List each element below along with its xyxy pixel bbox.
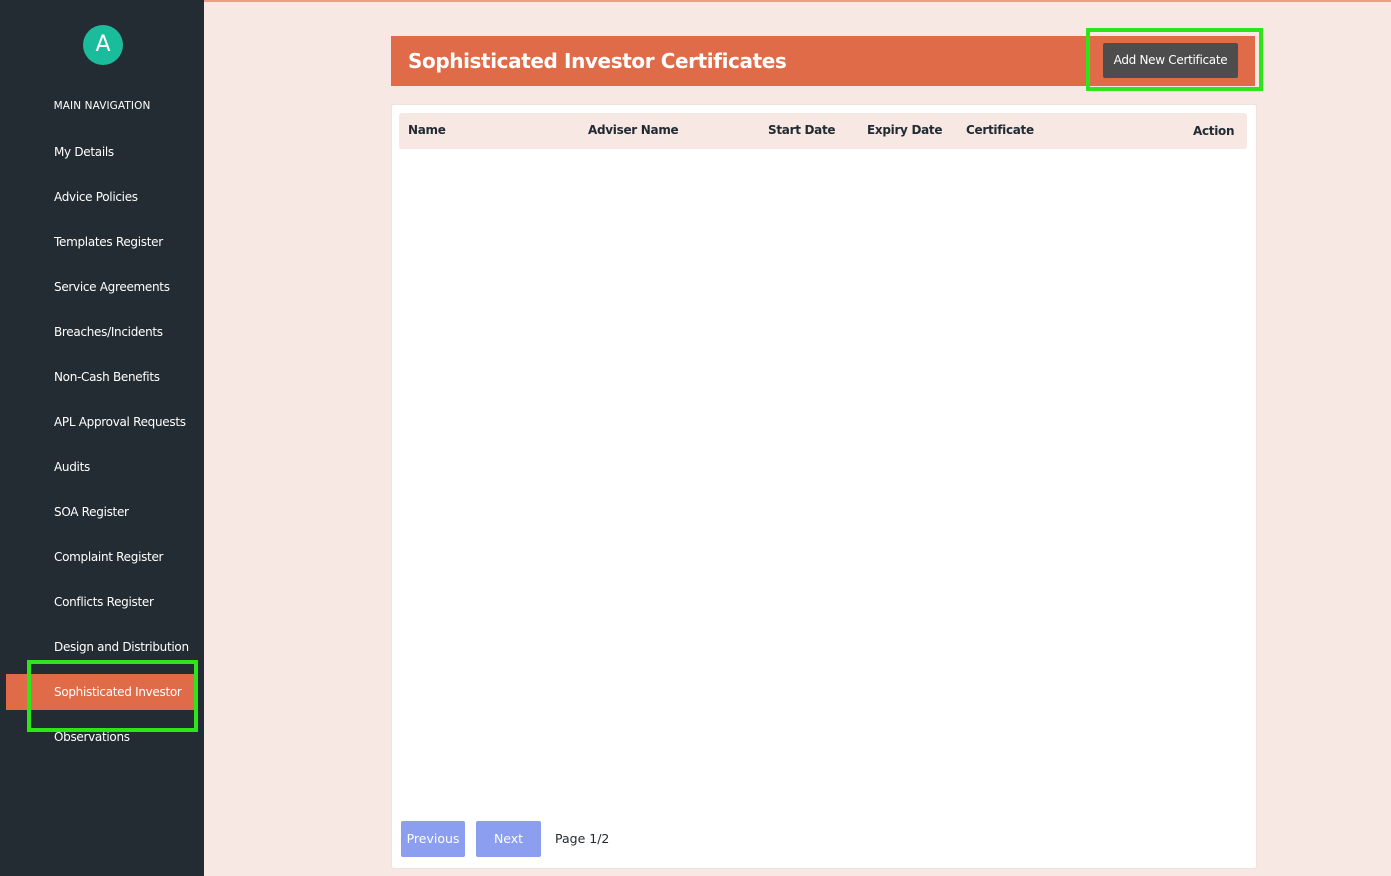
sidebar-item-breaches-incidents[interactable]: Breaches/Incidents [6,314,198,350]
avatar[interactable]: A [83,25,123,65]
sidebar: A MAIN NAVIGATION My Details Advice Poli… [0,0,204,876]
sidebar-item-complaint-register[interactable]: Complaint Register [6,539,198,575]
add-new-certificate-button[interactable]: Add New Certificate [1103,43,1238,78]
table-header: Name Adviser Name Start Date Expiry Date… [399,113,1247,149]
sidebar-item-non-cash-benefits[interactable]: Non-Cash Benefits [6,359,198,395]
sidebar-item-observations[interactable]: Observations [6,719,198,755]
sidebar-item-design-and-distribution[interactable]: Design and Distribution [6,629,198,665]
column-header-name[interactable]: Name [408,113,446,147]
sidebar-item-conflicts-register[interactable]: Conflicts Register [6,584,198,620]
main-navigation-heading: MAIN NAVIGATION [53,100,151,112]
sidebar-item-advice-policies[interactable]: Advice Policies [6,179,198,215]
column-header-adviser-name[interactable]: Adviser Name [588,113,679,147]
column-header-certificate[interactable]: Certificate [966,113,1034,147]
sidebar-item-my-details[interactable]: My Details [6,134,198,170]
column-header-expiry-date[interactable]: Expiry Date [867,113,943,147]
sidebar-item-soa-register[interactable]: SOA Register [6,494,198,530]
previous-page-button[interactable]: Previous [401,821,465,857]
sidebar-item-service-agreements[interactable]: Service Agreements [6,269,198,305]
certificates-card: Name Adviser Name Start Date Expiry Date… [391,104,1257,869]
page-title: Sophisticated Investor Certificates [408,49,787,73]
column-header-action[interactable]: Action [1193,114,1235,148]
sidebar-item-templates-register[interactable]: Templates Register [6,224,198,260]
sidebar-item-sophisticated-investor[interactable]: Sophisticated Investor [6,674,198,710]
page-indicator: Page 1/2 [555,831,610,846]
top-accent-line [204,0,1391,2]
sidebar-item-audits[interactable]: Audits [6,449,198,485]
column-header-start-date[interactable]: Start Date [768,113,836,147]
next-page-button[interactable]: Next [476,821,541,857]
sidebar-item-apl-approval-requests[interactable]: APL Approval Requests [6,404,198,440]
